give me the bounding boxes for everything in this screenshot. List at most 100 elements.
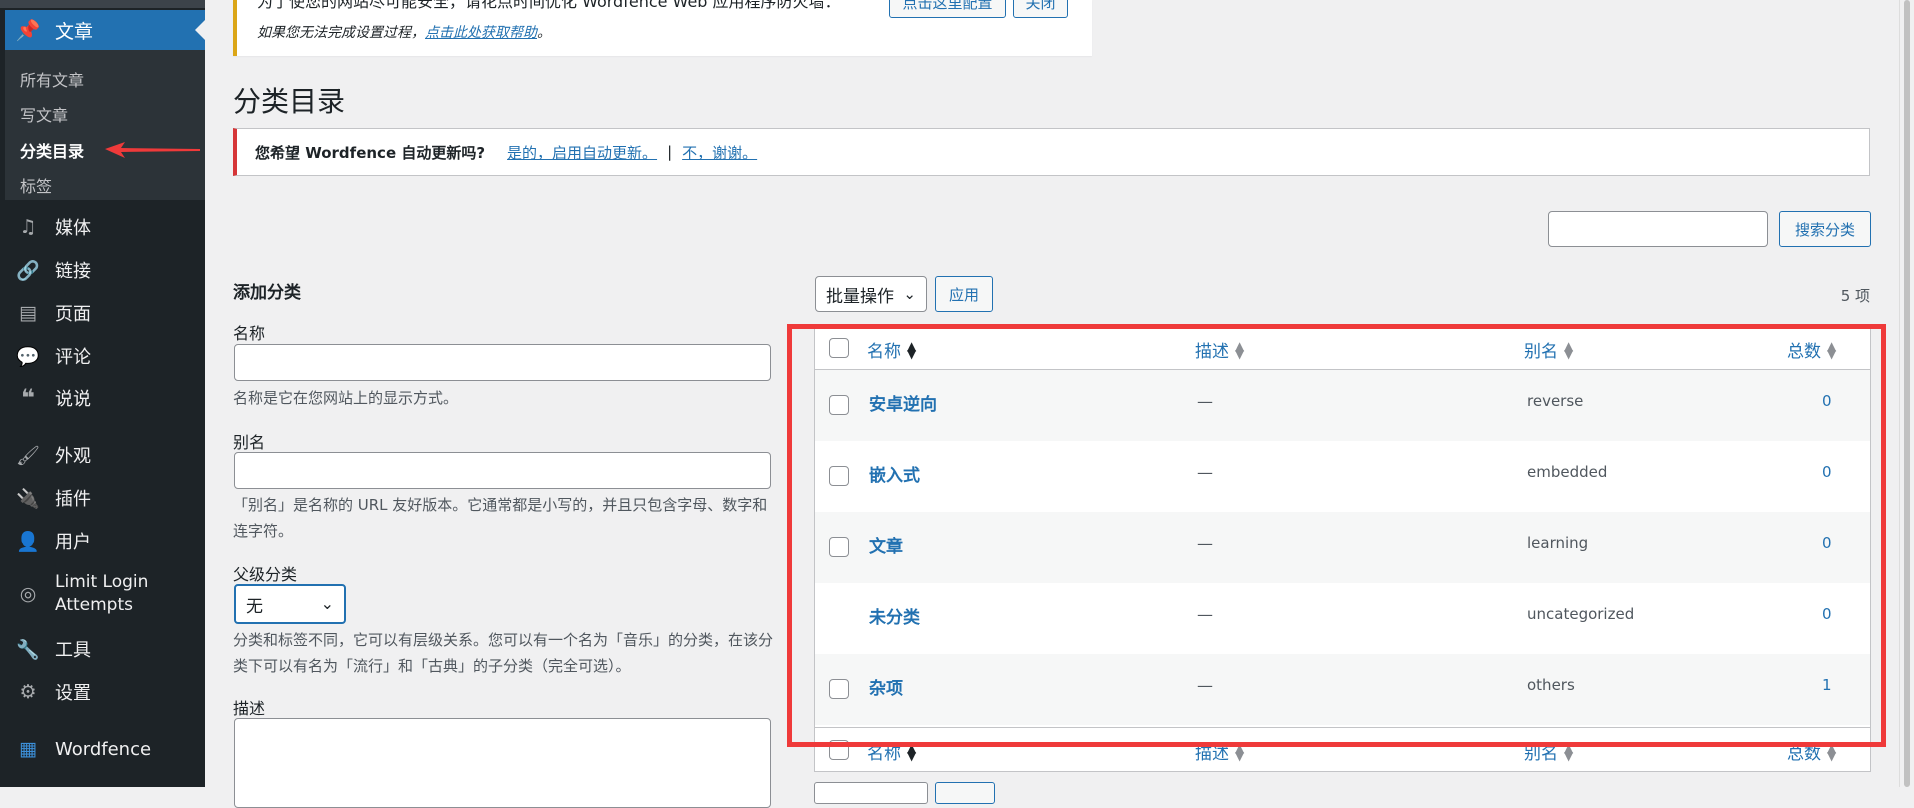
category-name-link[interactable]: 嵌入式	[869, 461, 920, 486]
wrench-icon: 🔧	[16, 638, 40, 661]
table-row: 嵌入式 — embedded 0	[815, 441, 1870, 512]
close-notice-button[interactable]: 关闭	[1013, 0, 1068, 18]
name-help: 名称是它在您网站上的显示方式。	[233, 389, 459, 407]
name-field[interactable]	[234, 344, 771, 381]
sidebar-item-limit-login[interactable]: ◎ Limit Login Attempts	[5, 568, 205, 620]
column-description-footer[interactable]: 描述 ▲ ▼	[1195, 739, 1245, 765]
category-name-link[interactable]: 杂项	[869, 674, 903, 699]
column-slug-footer[interactable]: 别名 ▲ ▼	[1524, 739, 1574, 765]
sidebar-item-label: Wordfence	[55, 738, 152, 760]
sidebar-item-settings[interactable]: ⚙ 设置	[5, 672, 205, 712]
link-icon: 🔗	[16, 259, 40, 282]
row-checkbox[interactable]	[829, 466, 849, 486]
help-link[interactable]: 点击此处获取帮助	[425, 25, 537, 41]
submenu-all-posts[interactable]: 所有文章	[20, 67, 84, 91]
category-count-link[interactable]: 0	[1822, 534, 1832, 552]
column-slug-header[interactable]: 别名 ▲ ▼	[1524, 337, 1573, 363]
category-count-link[interactable]: 0	[1822, 392, 1832, 410]
column-label: 总数	[1787, 342, 1821, 362]
sidebar-item-links[interactable]: 🔗 链接	[5, 250, 205, 290]
scrollbar-thumb[interactable]	[1904, 0, 1910, 787]
parent-help: 分类和标签不同，它可以有层级关系。您可以有一个名为「音乐」的分类，在该分类下可以…	[233, 631, 774, 675]
submenu-tags[interactable]: 标签	[20, 173, 52, 197]
annotation-arrow	[105, 142, 200, 158]
sort-icon: ▲ ▼	[1564, 740, 1574, 763]
sidebar-item-label: 评论	[55, 347, 91, 368]
row-checkbox[interactable]	[829, 537, 849, 557]
slug-label: 别名	[233, 433, 266, 452]
description-field[interactable]	[234, 718, 771, 808]
category-description: —	[1197, 534, 1213, 553]
notice-help-line: 如果您无法完成设置过程，点击此处获取帮助。	[257, 22, 551, 42]
configure-button[interactable]: 点击这里配置	[889, 0, 1006, 18]
sidebar-item-label: 链接	[55, 261, 91, 282]
column-label: 别名	[1524, 744, 1558, 764]
description-label: 描述	[233, 699, 266, 718]
chevron-down-icon: ⌄	[320, 594, 334, 613]
apply-button[interactable]: 应用	[935, 276, 993, 312]
category-name-link[interactable]: 未分类	[869, 603, 920, 628]
parent-label: 父级分类	[233, 565, 298, 584]
column-count-footer[interactable]: 总数 ▲ ▼	[1787, 739, 1836, 765]
quote-icon: ❝	[20, 384, 36, 412]
posts-submenu: 所有文章 写文章 分类目录 标签	[5, 50, 205, 200]
category-count-link[interactable]: 1	[1822, 676, 1832, 694]
sort-icon: ▲ ▼	[907, 338, 917, 361]
sidebar-item-users[interactable]: 👤 用户	[5, 521, 205, 561]
category-count-link[interactable]: 0	[1822, 463, 1832, 481]
table-row: 未分类 — uncategorized 0	[815, 583, 1870, 654]
sidebar-item-talk[interactable]: ❝ 说说	[5, 378, 205, 418]
row-checkbox[interactable]	[829, 395, 849, 415]
plugin-icon: 🔌	[16, 487, 40, 510]
column-description-header[interactable]: 描述 ▲ ▼	[1195, 337, 1244, 363]
notice-help-prefix: 如果您无法完成设置过程，	[257, 25, 425, 41]
category-name-link[interactable]: 文章	[869, 532, 903, 557]
sidebar-item-posts[interactable]: 📌 文章	[5, 10, 205, 50]
slug-field[interactable]	[234, 452, 771, 489]
column-label: 描述	[1195, 342, 1229, 362]
categories-table: 名称 ▲ ▼ 描述 ▲ ▼ 别名 ▲ ▼ 总数 ▲ ▼ 安卓逆向 — reverse 0…	[814, 326, 1871, 772]
submenu-categories[interactable]: 分类目录	[20, 138, 84, 162]
page-scrollbar[interactable]	[1899, 0, 1914, 787]
sidebar-item-comments[interactable]: 💬 评论	[5, 336, 205, 376]
sidebar-item-media[interactable]: ♫ 媒体	[5, 207, 205, 247]
apply-button-bottom[interactable]	[935, 782, 995, 804]
category-description: —	[1197, 605, 1213, 624]
search-button[interactable]: 搜索分类	[1779, 211, 1871, 247]
parent-category-select[interactable]: 无 ⌄	[234, 584, 346, 624]
sidebar-item-label: 设置	[55, 683, 91, 704]
select-all-checkbox-footer[interactable]	[829, 740, 849, 760]
sidebar-item-pages[interactable]: ▤ 页面	[5, 293, 205, 333]
category-name-link[interactable]: 安卓逆向	[869, 390, 937, 415]
bulk-actions-select[interactable]: 批量操作 ⌄	[815, 276, 927, 312]
sidebar-item-label: 说说	[55, 389, 91, 410]
fingerprint-icon: ◎	[19, 583, 37, 605]
row-checkbox[interactable]	[829, 679, 849, 699]
sidebar-item-appearance[interactable]: 🖌 外观	[5, 435, 205, 475]
media-icon: ♫	[19, 216, 37, 238]
user-icon: 👤	[16, 530, 40, 553]
bulk-actions-select-bottom[interactable]	[814, 782, 928, 804]
select-all-checkbox[interactable]	[829, 338, 849, 358]
category-count-link[interactable]: 0	[1822, 605, 1832, 623]
sidebar-item-label: Limit Login Attempts	[55, 572, 149, 615]
sidebar-item-label: 页面	[55, 304, 91, 325]
decline-auto-update-link[interactable]: 不，谢谢。	[682, 142, 757, 163]
slug-help: 「别名」是名称的 URL 友好版本。它通常都是小写的，并且只包含字母、数字和连字…	[233, 496, 768, 540]
sidebar-item-plugins[interactable]: 🔌 插件	[5, 478, 205, 518]
wordfence-icon: ▦	[19, 738, 37, 760]
sidebar-item-wordfence[interactable]: ▦ Wordfence	[5, 729, 205, 769]
sidebar-item-label: 用户	[55, 532, 91, 553]
column-name-footer[interactable]: 名称 ▲ ▼	[867, 739, 916, 765]
search-input[interactable]	[1548, 211, 1768, 247]
table-row: 杂项 — others 1	[815, 654, 1870, 725]
page-title: 分类目录	[233, 85, 346, 118]
enable-auto-update-link[interactable]: 是的，启用自动更新。	[507, 142, 657, 163]
column-name-header[interactable]: 名称 ▲ ▼	[867, 337, 917, 363]
table-row: 安卓逆向 — reverse 0	[815, 370, 1870, 441]
category-description: —	[1197, 676, 1213, 695]
sort-icon: ▲ ▼	[1235, 740, 1245, 763]
column-count-header[interactable]: 总数 ▲ ▼	[1787, 337, 1836, 363]
submenu-new-post[interactable]: 写文章	[20, 102, 68, 126]
sidebar-item-tools[interactable]: 🔧 工具	[5, 629, 205, 669]
